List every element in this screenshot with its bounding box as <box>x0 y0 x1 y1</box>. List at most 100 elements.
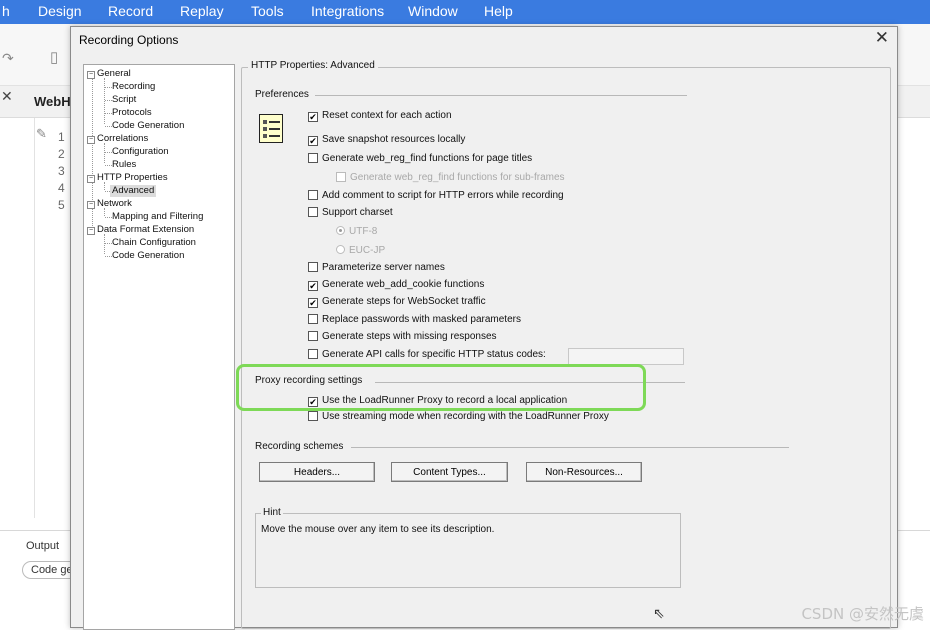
tree-item-http-properties[interactable]: − HTTP Properties <box>87 172 168 184</box>
menu-item-hidden[interactable]: h <box>2 3 10 19</box>
save-snapshot-checkbox[interactable]: ✔ Save snapshot resources locally <box>308 134 465 146</box>
menu-replay[interactable]: Replay <box>180 3 224 19</box>
icon-part <box>263 127 267 131</box>
tree-item-script[interactable]: Script <box>112 94 136 106</box>
highlight-annotation <box>236 364 646 411</box>
line-number: 3 <box>58 164 65 178</box>
icon-part <box>269 121 280 123</box>
add-cookie-checkbox[interactable]: ✔ Generate web_add_cookie functions <box>308 279 484 291</box>
hint-text: Move the mouse over any item to see its … <box>261 524 495 535</box>
panel-title: HTTP Properties: Advanced <box>248 60 378 71</box>
editor-tab[interactable]: WebH <box>34 94 71 109</box>
pen-icon: ✎ <box>36 126 47 141</box>
headers-button[interactable]: Headers... <box>259 462 375 482</box>
recording-options-dialog: Recording Options ✕ − General Recording S… <box>70 26 898 630</box>
checkbox-box[interactable] <box>308 331 318 341</box>
tree-item-configuration[interactable]: Configuration <box>112 146 169 158</box>
reset-context-checkbox[interactable]: ✔ Reset context for each action <box>308 110 452 122</box>
checkbox-box[interactable] <box>308 262 318 272</box>
preferences-label: Preferences <box>255 89 309 100</box>
close-panel-icon[interactable]: ✕ <box>1 88 13 105</box>
tree-branch <box>105 113 112 114</box>
checkbox-box[interactable]: ✔ <box>308 281 318 291</box>
close-icon[interactable]: ✕ <box>875 28 889 48</box>
hint-label: Hint <box>261 507 283 518</box>
parameterize-servers-checkbox[interactable]: Parameterize server names <box>308 262 445 274</box>
checkbox-box[interactable] <box>308 207 318 217</box>
tree-branch <box>105 165 112 166</box>
icon-part <box>269 128 280 130</box>
support-charset-checkbox[interactable]: Support charset <box>308 207 393 219</box>
mouse-cursor-icon: ⇖ <box>653 605 665 621</box>
checkbox-box[interactable]: ✔ <box>308 298 318 308</box>
tree-item-network[interactable]: − Network <box>87 198 132 210</box>
output-label: Output <box>26 540 60 552</box>
checkbox-box[interactable]: ✔ <box>308 136 318 146</box>
tree-item-code-generation[interactable]: Code Generation <box>112 120 184 132</box>
line-number-gutter: 1 2 3 4 5 <box>58 129 68 214</box>
tree-item-rules[interactable]: Rules <box>112 159 136 171</box>
collapse-icon[interactable]: − <box>87 136 95 144</box>
tree-item-mapping-filtering[interactable]: Mapping and Filtering <box>112 211 203 223</box>
tree-item-code-generation-2[interactable]: Code Generation <box>112 250 184 262</box>
line-number: 4 <box>58 181 65 195</box>
menu-integrations[interactable]: Integrations <box>311 3 384 19</box>
checkbox-box[interactable] <box>308 314 318 324</box>
tree-branch <box>105 217 112 218</box>
missing-responses-checkbox[interactable]: Generate steps with missing responses <box>308 331 497 343</box>
checkbox-box[interactable] <box>308 190 318 200</box>
tree-item-general[interactable]: − General <box>87 68 131 80</box>
radio-dot <box>336 245 345 254</box>
menu-tools[interactable]: Tools <box>251 3 284 19</box>
tree-item-advanced[interactable]: Advanced <box>110 185 157 197</box>
dialog-title: Recording Options <box>79 33 179 47</box>
collapse-icon[interactable]: − <box>87 175 95 183</box>
preferences-icon <box>259 114 283 143</box>
status-codes-input[interactable] <box>568 348 684 365</box>
menu-bar: h Design Record Replay Tools Integration… <box>0 0 930 24</box>
tree-item-correlations[interactable]: − Correlations <box>87 133 148 145</box>
websocket-steps-checkbox[interactable]: ✔ Generate steps for WebSocket traffic <box>308 296 486 308</box>
watermark: CSDN @安然无虞 <box>801 605 924 623</box>
tree-item-protocols[interactable]: Protocols <box>112 107 152 119</box>
document-icon[interactable]: ▯ <box>50 48 58 66</box>
checkbox-box[interactable]: ✔ <box>308 112 318 122</box>
api-status-codes-checkbox[interactable]: Generate API calls for specific HTTP sta… <box>308 349 546 361</box>
checkbox-box[interactable] <box>308 153 318 163</box>
collapse-icon[interactable]: − <box>87 227 95 235</box>
redo-icon[interactable]: ↷ <box>2 50 14 67</box>
options-tree: − General Recording Script Protocols Code… <box>83 64 235 630</box>
menu-help[interactable]: Help <box>484 3 513 19</box>
collapse-icon[interactable]: − <box>87 201 95 209</box>
collapse-icon[interactable]: − <box>87 71 95 79</box>
content-types-button[interactable]: Content Types... <box>391 462 508 482</box>
menu-window[interactable]: Window <box>408 3 458 19</box>
tree-branch <box>105 243 112 244</box>
preferences-divider <box>315 95 687 96</box>
charset-utf8-radio: UTF-8 <box>336 226 377 237</box>
tree-item-chain-configuration[interactable]: Chain Configuration <box>112 237 196 249</box>
tree-branch <box>105 152 112 153</box>
checkbox-box[interactable] <box>308 411 318 421</box>
http-error-comment-checkbox[interactable]: Add comment to script for HTTP errors wh… <box>308 190 564 202</box>
menu-record[interactable]: Record <box>108 3 153 19</box>
tree-branch <box>105 87 112 88</box>
reg-find-page-titles-checkbox[interactable]: Generate web_reg_find functions for page… <box>308 153 532 165</box>
icon-part <box>269 135 280 137</box>
radio-dot <box>336 226 345 235</box>
icon-part <box>263 134 267 138</box>
streaming-mode-checkbox[interactable]: Use streaming mode when recording with t… <box>308 411 609 423</box>
mask-passwords-checkbox[interactable]: Replace passwords with masked parameters <box>308 314 521 326</box>
menu-design[interactable]: Design <box>38 3 82 19</box>
line-number: 5 <box>58 198 65 212</box>
tree-connector <box>104 143 105 163</box>
tree-item-recording[interactable]: Recording <box>112 81 155 93</box>
tree-branch <box>105 256 112 257</box>
tree-item-data-format-extension[interactable]: − Data Format Extension <box>87 224 194 236</box>
tree-connector <box>104 234 105 254</box>
line-number: 1 <box>58 130 65 144</box>
line-number: 2 <box>58 147 65 161</box>
non-resources-button[interactable]: Non-Resources... <box>526 462 642 482</box>
tree-connector <box>104 78 105 124</box>
checkbox-box[interactable] <box>308 349 318 359</box>
